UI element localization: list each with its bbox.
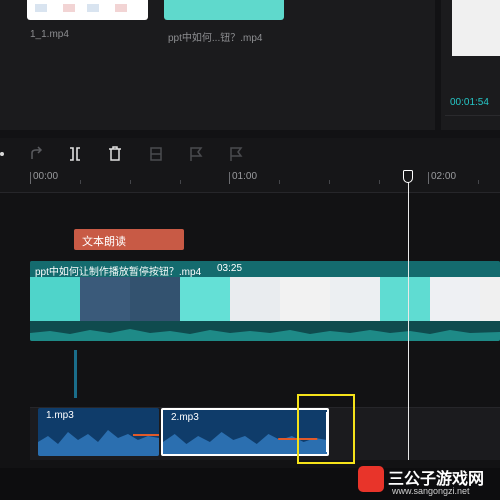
ruler-label: 00:00 (33, 171, 59, 182)
thumb-element (115, 4, 127, 12)
media-thumbnail-2[interactable] (164, 0, 284, 20)
video-frames (30, 277, 500, 321)
audio-clip-label: 2.mp3 (171, 412, 199, 423)
ruler-minor-tick (80, 180, 81, 184)
watermark-logo (358, 466, 384, 492)
flag-icon[interactable] (188, 146, 204, 162)
thumb-element (63, 4, 75, 12)
watermark-url: www.sangongzi.net (392, 486, 470, 496)
thumb-element (87, 4, 99, 12)
freeze-icon[interactable] (148, 146, 164, 162)
ruler-tick (428, 172, 429, 184)
video-clip[interactable]: ppt中如何让制作播放暂停按钮？.mp4 03:25 (30, 261, 500, 341)
audio-clip-1[interactable]: 1.mp3 (38, 408, 159, 456)
ruler-minor-tick (478, 180, 479, 184)
video-frame (280, 277, 330, 321)
video-frame (80, 277, 130, 321)
waveform-graphic (30, 329, 500, 341)
video-frame (230, 277, 280, 321)
text-clip[interactable]: 文本朗读 (74, 229, 184, 250)
ruler-label: 02:00 (431, 171, 457, 182)
video-frame (480, 277, 500, 321)
ruler-minor-tick (180, 180, 181, 184)
audio-waveform (38, 430, 159, 456)
media-thumbnail-1[interactable] (27, 0, 148, 20)
undo-icon[interactable] (0, 146, 16, 162)
playhead-line[interactable] (408, 170, 409, 460)
ruler-tick (229, 172, 230, 184)
audio-clip-label: 1.mp3 (46, 410, 74, 421)
ruler-label: 01:00 (232, 171, 258, 182)
split-icon[interactable] (67, 146, 83, 162)
ruler-minor-tick (279, 180, 280, 184)
text-clip-label: 文本朗读 (82, 236, 126, 248)
track-marker (74, 350, 77, 398)
video-frame (30, 277, 80, 321)
video-frame (430, 277, 480, 321)
video-clip-title: ppt中如何让制作播放暂停按钮？.mp4 (35, 267, 202, 278)
media-clip-label: ppt中如何...钮？.mp4 (168, 33, 263, 44)
video-frame (330, 277, 380, 321)
video-clip-duration: 03:25 (217, 263, 243, 274)
video-audio-waveform (30, 321, 500, 341)
preview-timecode: 00:01:54 (450, 97, 489, 108)
flag-icon-2[interactable] (228, 146, 244, 162)
ruler-minor-tick (379, 180, 380, 184)
video-frame (180, 277, 230, 321)
preview-video-frame (452, 0, 500, 56)
playhead-handle[interactable] (403, 170, 413, 183)
preview-divider (445, 115, 500, 116)
media-clip-label: 1_1.mp4 (30, 29, 69, 40)
video-frame (130, 277, 180, 321)
redo-icon[interactable] (28, 146, 44, 162)
ruler-minor-tick (329, 180, 330, 184)
ruler-tick (30, 172, 31, 184)
delete-icon[interactable] (107, 146, 123, 162)
thumb-element (35, 4, 47, 12)
video-clip-header: ppt中如何让制作播放暂停按钮？.mp4 03:25 (30, 261, 500, 278)
video-frame (380, 277, 430, 321)
ruler-minor-tick (130, 180, 131, 184)
highlight-box (297, 394, 355, 464)
